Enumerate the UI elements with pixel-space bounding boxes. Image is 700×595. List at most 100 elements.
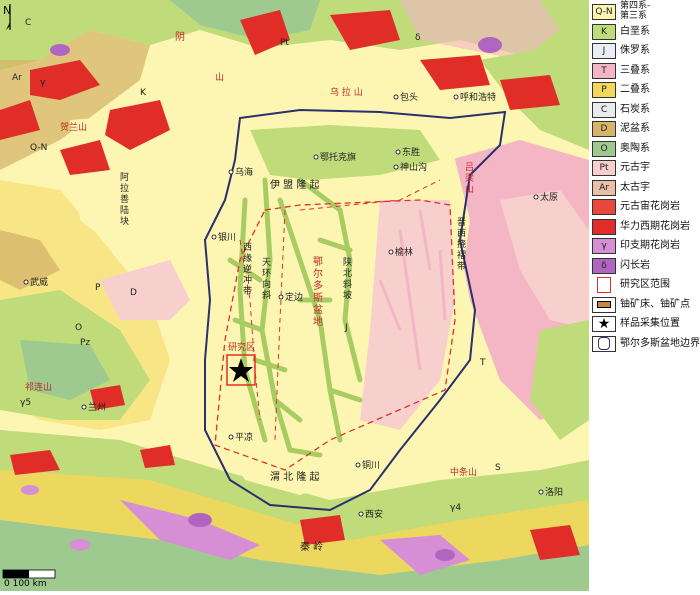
- legend-label: 侏罗系: [620, 45, 650, 56]
- city-marker: [358, 511, 364, 517]
- scale-label: 0 100 km: [4, 579, 47, 589]
- label-shanbei-slope: 陕北斜坡: [343, 256, 352, 301]
- label-shan: 山: [215, 72, 224, 83]
- diorite-3: [188, 513, 212, 527]
- legend-label: 印支期花岗岩: [620, 240, 680, 251]
- city-marker: [388, 249, 394, 255]
- label-zhongtiao-shan: 中条山: [450, 466, 477, 478]
- legend-label: 二叠系: [620, 84, 650, 95]
- legend-swatch: [597, 277, 611, 293]
- legend-label: 石炭系: [620, 103, 650, 115]
- city-label: 兰州: [88, 401, 106, 413]
- unit-code-label: J: [344, 323, 348, 333]
- legend-swatch: C: [592, 101, 616, 118]
- legend-swatch: [592, 218, 616, 235]
- legend-swatch: D: [592, 121, 616, 137]
- north-label: N: [3, 4, 11, 17]
- city-marker: [453, 94, 459, 100]
- legend-item: C 石炭系: [589, 100, 700, 120]
- city-label: 包头: [400, 91, 418, 103]
- label-yimeng-uplift: 伊 盟 隆 起: [270, 178, 320, 191]
- city-label: 呼和浩特: [460, 91, 496, 103]
- unit-code-label: γ: [40, 78, 46, 88]
- legend-item: Pt 元古宇: [589, 158, 700, 178]
- legend-item: P 二叠系: [589, 80, 700, 100]
- city-label: 平凉: [235, 431, 253, 443]
- legend-swatch: P: [592, 82, 616, 98]
- unit-code-label: δ: [415, 33, 421, 43]
- legend-code: P: [601, 85, 607, 95]
- city-label: 洛阳: [545, 486, 563, 498]
- legend-swatch: O: [592, 140, 616, 157]
- legend-item: Q-N 第四系- 第三系: [589, 1, 700, 22]
- legend-label: 三叠系: [620, 64, 650, 76]
- city-label: 西安: [365, 508, 383, 520]
- diorite-4: [435, 549, 455, 561]
- city-marker: [313, 154, 319, 160]
- legend-code: D: [600, 124, 608, 134]
- unit-code-label: C: [25, 18, 31, 28]
- city-label: 银川: [218, 231, 236, 243]
- legend-item: 研究区范围: [589, 275, 700, 295]
- legend-swatch: T: [592, 62, 616, 79]
- legend-label: 闪长岩: [620, 259, 650, 271]
- unit-code-label: P: [95, 283, 101, 293]
- legend-swatch: [592, 335, 616, 352]
- legend-label: 奥陶系: [620, 142, 650, 154]
- legend-item: K 白垩系: [589, 22, 700, 42]
- label-xiyuan-thrust: 西缘逆冲带: [243, 242, 252, 297]
- legend-label: 元古宇: [620, 162, 650, 173]
- legend-code: C: [600, 104, 608, 115]
- legend-code: Q-N: [595, 7, 613, 17]
- label-jinxi-fold: 晋西挠褶带: [457, 217, 466, 272]
- legend-item: 铀矿床、铀矿点: [589, 295, 700, 315]
- legend-label: 元古宙花岗岩: [620, 201, 680, 212]
- label-helan-shan: 贺兰山: [60, 121, 87, 133]
- city-label: 乌海: [235, 166, 253, 178]
- legend-label: 第四系- 第三系: [620, 1, 651, 21]
- city-label: 神山沟: [400, 161, 427, 173]
- legend: Q-N 第四系- 第三系 K 白垩系 J 侏罗系 T 三叠系 P 二叠系 C 石炭系 D 泥盆系 O 奥陶系 Pt…: [589, 0, 700, 591]
- label-yin-shan: 阴: [175, 31, 185, 43]
- unit-code-label: Pz: [80, 338, 90, 348]
- legend-label: 鄂尔多斯盆地边界: [620, 337, 700, 349]
- legend-swatch: [592, 199, 616, 215]
- label-wula-shan: 乌 拉 山: [330, 86, 363, 98]
- legend-swatch: J: [592, 43, 616, 59]
- legend-code: K: [601, 26, 607, 37]
- legend-code: Pt: [599, 163, 609, 173]
- city-label: 铜川: [362, 459, 380, 471]
- unit-code-label: Q-N: [30, 143, 47, 153]
- legend-swatch: K: [592, 23, 616, 40]
- legend-item: δ 闪长岩: [589, 256, 700, 276]
- label-alashan-block: 阿拉善陆块: [120, 172, 129, 227]
- legend-label: 样品采集位置: [620, 318, 680, 329]
- legend-swatch: [592, 296, 616, 313]
- label-weibei-uplift: 渭 北 隆 起: [270, 470, 320, 483]
- legend-item: J 侏罗系: [589, 41, 700, 61]
- legend-item: 华力西期花岗岩: [589, 217, 700, 237]
- legend-code: J: [602, 46, 606, 56]
- unit-code-label: Ar: [12, 73, 22, 83]
- city-marker: [211, 234, 217, 240]
- map-canvas: N 0 100 km 阴乌 拉 山 山贺兰山祁连山 阿拉善陆块 伊 盟 隆 起西缘逆冲…: [0, 0, 589, 591]
- label-study-area: 研究区: [228, 341, 255, 353]
- geologic-map: N 0 100 km 阴乌 拉 山 山贺兰山 祁连山 阿拉善陆块 伊 盟 隆 起西缘逆冲…: [0, 0, 589, 591]
- label-tianhuan-syncline: 天环向斜: [262, 258, 271, 301]
- granite-6: [500, 75, 560, 110]
- legend-swatch: δ: [592, 257, 616, 274]
- city-marker: [393, 94, 399, 100]
- city-label: 太原: [540, 191, 558, 203]
- legend-label: 太古宇: [620, 181, 650, 193]
- legend-code: Ar: [599, 182, 609, 193]
- city-label: 鄂托克旗: [320, 151, 356, 163]
- unit-code-label: D: [130, 288, 137, 298]
- city-label: 定边: [285, 291, 303, 303]
- city-marker: [393, 164, 399, 170]
- legend-swatch: Pt: [592, 160, 616, 176]
- legend-swatch: Q-N: [592, 4, 616, 20]
- legend-label: 研究区范围: [620, 279, 670, 290]
- diorite-2: [50, 44, 70, 56]
- indosinian-1: [21, 485, 39, 495]
- legend-code: O: [600, 143, 608, 154]
